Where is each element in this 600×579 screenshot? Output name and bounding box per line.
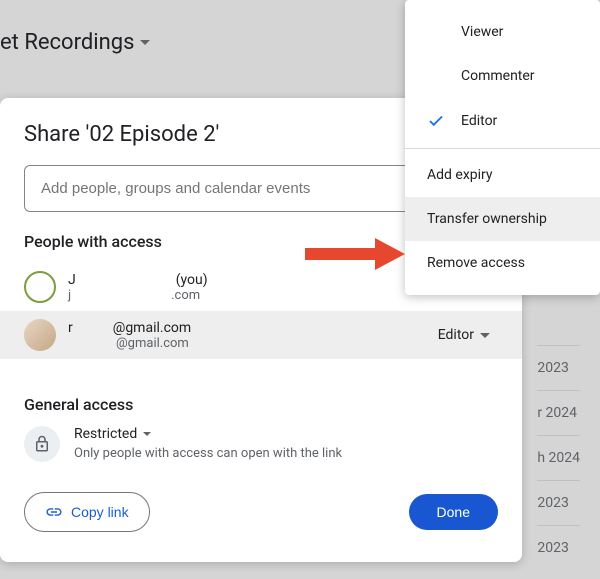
person-row-editor: r @gmail.com @gmail.com Editor [0, 311, 522, 359]
menu-label: Transfer ownership [427, 211, 547, 227]
restricted-dropdown[interactable]: Restricted [74, 426, 342, 442]
role-dropdown[interactable]: Editor [430, 321, 498, 349]
folder-title-text: et Recordings [0, 30, 134, 55]
menu-divider [405, 148, 600, 149]
general-access-section: General access Restricted Only people wi… [24, 395, 498, 462]
dialog-footer: Copy link Done [24, 492, 498, 532]
menu-item-viewer[interactable]: Viewer [405, 10, 600, 54]
lock-icon [24, 426, 60, 462]
done-button[interactable]: Done [409, 494, 498, 530]
general-access-text: Restricted Only people with access can o… [74, 426, 342, 461]
copy-link-button[interactable]: Copy link [24, 492, 150, 532]
general-access-label: General access [24, 395, 498, 414]
copy-link-label: Copy link [71, 504, 129, 520]
role-dropdown-menu: Viewer Commenter Editor Add expiry Trans… [405, 0, 600, 295]
chevron-down-icon [480, 333, 490, 338]
restricted-label: Restricted [74, 426, 137, 442]
annotation-arrow-icon [305, 234, 405, 278]
menu-item-remove-access[interactable]: Remove access [405, 241, 600, 285]
menu-label: Viewer [461, 24, 503, 40]
person-email-domain: @gmail.com [113, 320, 191, 336]
restricted-description: Only people with access can open with th… [74, 446, 342, 461]
background-dates-column: 2023 r 2024 h 2024 2023 2023 [537, 345, 580, 570]
menu-label: Remove access [427, 255, 525, 271]
menu-label: Commenter [461, 68, 535, 84]
date-cell: h 2024 [537, 435, 580, 480]
date-cell: 2023 [537, 525, 580, 570]
check-icon [427, 112, 445, 130]
link-icon [45, 503, 63, 521]
chevron-down-icon [143, 432, 151, 436]
person-name: J [68, 272, 76, 288]
menu-item-commenter[interactable]: Commenter [405, 54, 600, 98]
person-email-prefix: j [68, 288, 71, 303]
person-name: r [68, 320, 73, 336]
menu-item-editor[interactable]: Editor [405, 98, 600, 144]
person-email-domain: .com [171, 288, 200, 303]
date-cell: 2023 [537, 480, 580, 525]
date-cell: r 2024 [537, 390, 580, 435]
person-you-label: (you) [176, 272, 208, 288]
menu-label: Add expiry [427, 167, 493, 183]
menu-label: Editor [461, 113, 497, 129]
chevron-down-icon [140, 40, 150, 45]
role-label: Editor [438, 327, 474, 343]
date-cell: 2023 [537, 345, 580, 390]
avatar-icon [24, 271, 56, 303]
person-info: r @gmail.com @gmail.com [68, 320, 418, 351]
person-email-line2: @gmail.com [116, 336, 189, 351]
avatar-icon [24, 319, 56, 351]
menu-item-transfer-ownership[interactable]: Transfer ownership [405, 197, 600, 241]
menu-item-add-expiry[interactable]: Add expiry [405, 153, 600, 197]
